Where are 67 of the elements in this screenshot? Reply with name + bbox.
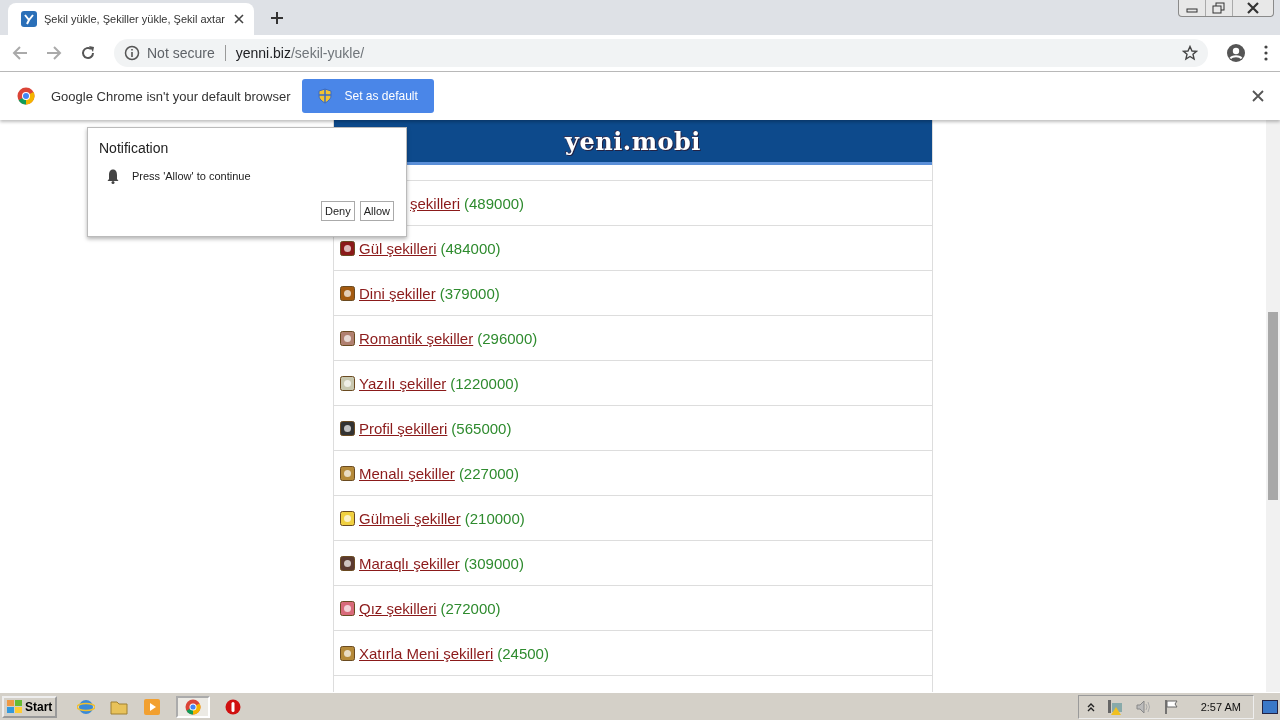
url-text: yenni.biz/sekil-yukle/ [235,45,365,61]
notification-title: Notification [99,140,170,156]
network-warning-icon[interactable] [1105,698,1124,715]
windows-logo-icon [7,699,23,714]
shield-icon [318,88,333,104]
chrome-logo-icon [17,87,35,105]
thumbnail-icon [340,465,355,481]
category-link[interactable]: Profil şekilleri [359,419,448,437]
star-icon[interactable] [1182,45,1198,61]
category-link[interactable]: Menalı şekiller [359,464,455,482]
set-default-button[interactable]: Set as default [302,79,434,113]
category-link[interactable]: Xatırla Meni şekilleri [359,644,494,662]
flag-icon[interactable] [1163,698,1180,715]
category-link[interactable]: Yazılı şekiller [359,374,447,392]
item-count: (272000) [440,599,501,617]
category-link[interactable]: Qız şekilleri [359,599,437,617]
item-count: (489000) [464,194,525,212]
item-count: (210000) [464,509,525,527]
category-link[interactable]: Gülmeli şekiller [359,509,461,527]
notification-message: Press 'Allow' to continue [132,170,251,182]
scroll-thumb[interactable] [1268,312,1278,500]
category-link[interactable]: Dini şekiller [359,284,436,302]
bell-icon [106,168,120,184]
taskbar-app-button[interactable] [176,695,211,718]
item-count: (296000) [477,329,538,347]
item-count: (379000) [439,284,500,302]
account-icon[interactable] [1226,43,1246,63]
site-favicon-icon [21,11,37,27]
stop-sign-icon[interactable] [225,698,242,715]
item-count: (227000) [458,464,519,482]
infobar-message: Google Chrome isn't your default browser [51,88,291,104]
new-tab-icon[interactable] [270,11,284,25]
start-button[interactable]: Start [2,695,58,718]
thumbnail-icon [340,330,355,346]
notification-button[interactable]: Deny [321,201,355,221]
item-count: (565000) [451,419,512,437]
tab-title: Şekil yükle, Şekiller yükle, Şekil axtar [44,13,226,25]
close-icon[interactable] [1252,90,1264,102]
chrome-logo-icon [185,698,202,715]
category-link[interactable]: Romantik şekiller [359,329,474,347]
security-label: Not secure [147,45,215,61]
clock: 2:57 AM [1200,700,1241,713]
category-link[interactable]: Gül şekilleri [359,239,437,257]
info-icon[interactable] [124,45,140,61]
thumbnail-icon [340,375,355,391]
reload-icon[interactable] [80,45,96,61]
item-count: (484000) [440,239,501,257]
thumbnail-icon [340,240,355,256]
thumbnail-icon [340,510,355,526]
close-icon[interactable] [234,14,244,24]
category-link[interactable]: şekilleri [410,194,460,212]
item-count: (1220000) [450,374,519,392]
show-desktop-icon[interactable] [1262,699,1278,714]
thumbnail-icon [340,420,355,436]
item-count: (309000) [463,554,524,572]
thumbnail-icon [340,645,355,661]
address-bar[interactable]: Not secure yenni.biz/sekil-yukle/ [114,39,1208,67]
category-link[interactable]: Maraqlı şekiller [359,554,460,572]
chevron-up-icon[interactable] [1086,701,1095,712]
site-logo[interactable]: yeni.mobi [565,126,701,156]
thumbnail-icon [340,285,355,301]
notification-button[interactable]: Allow [359,201,394,221]
menu-icon[interactable] [1264,45,1268,61]
browser-tab[interactable]: Şekil yükle, Şekiller yükle, Şekil axtar [8,3,254,35]
thumbnail-icon [340,555,355,571]
thumbnail-icon [340,600,355,616]
item-count: (24500) [497,644,549,662]
